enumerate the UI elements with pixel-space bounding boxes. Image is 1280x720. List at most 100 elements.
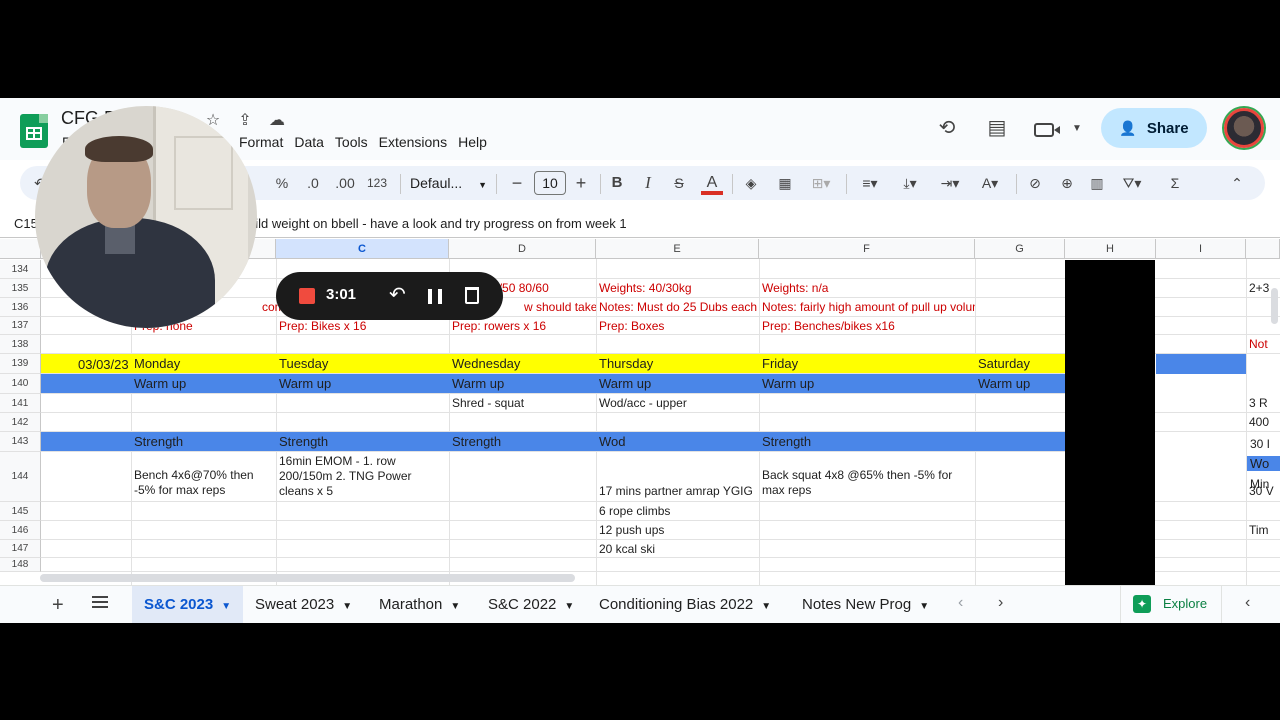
- table-cell[interactable]: Wod: [596, 434, 759, 449]
- table-cell[interactable]: Tim: [1246, 523, 1280, 537]
- bold-button[interactable]: B: [608, 166, 626, 200]
- more-formats-button[interactable]: 123: [364, 166, 390, 200]
- merge-cells-icon[interactable]: ⊞▾: [806, 166, 836, 200]
- horizontal-align-icon[interactable]: ≡▾: [854, 166, 886, 200]
- scroll-tabs-right-icon[interactable]: ›: [998, 594, 1003, 612]
- delete-recording-icon[interactable]: [465, 287, 479, 304]
- menu-help[interactable]: Help: [458, 134, 493, 150]
- side-panel-toggle-icon[interactable]: ‹: [1245, 594, 1250, 612]
- italic-button[interactable]: I: [639, 166, 657, 200]
- meet-dropdown-icon[interactable]: ▼: [1072, 123, 1082, 134]
- table-cell[interactable]: Saturday: [975, 356, 1065, 371]
- table-cell[interactable]: Warm up: [449, 376, 596, 391]
- row-number[interactable]: 142: [0, 413, 41, 432]
- tab-notes-new-prog[interactable]: Notes New Prog ▼: [790, 586, 941, 623]
- table-cell[interactable]: 20 kcal ski: [596, 542, 759, 556]
- table-cell[interactable]: Thursday: [596, 356, 759, 371]
- restart-recording-icon[interactable]: ↶: [389, 282, 406, 307]
- table-cell[interactable]: 03/03/23: [75, 357, 131, 372]
- vertical-scrollbar[interactable]: [1271, 288, 1278, 324]
- table-cell[interactable]: Shred - squat: [449, 396, 596, 410]
- row-number[interactable]: 140: [0, 374, 41, 394]
- text-wrapping-icon[interactable]: ⇥▾: [934, 166, 966, 200]
- filter-icon[interactable]: ⛛▾: [1116, 166, 1148, 200]
- row-number[interactable]: 147: [0, 540, 41, 558]
- column-header-h[interactable]: H: [1065, 239, 1156, 259]
- table-cell[interactable]: w should take 4 r: [521, 300, 596, 314]
- text-rotation-icon[interactable]: A▾: [974, 166, 1006, 200]
- table-cell[interactable]: Monday: [131, 356, 276, 371]
- table-cell[interactable]: Notes: fairly high amount of pull up vol…: [759, 300, 975, 314]
- column-header-d[interactable]: D: [449, 239, 596, 259]
- corner-select-all[interactable]: [0, 239, 41, 259]
- sheets-logo-icon[interactable]: [20, 114, 48, 148]
- table-cell[interactable]: Strength: [276, 434, 449, 449]
- table-cell[interactable]: 12 push ups: [596, 523, 759, 537]
- table-cell[interactable]: Warm up: [596, 376, 759, 391]
- table-cell[interactable]: Friday: [759, 356, 975, 371]
- borders-icon[interactable]: ▦: [774, 166, 796, 200]
- table-cell[interactable]: Warm up: [759, 376, 975, 391]
- collapse-toolbar-icon[interactable]: ⌃: [1226, 166, 1248, 200]
- table-cell[interactable]: Weights: n/a: [759, 281, 975, 295]
- table-cell[interactable]: 30 I: [1247, 437, 1280, 451]
- insert-link-icon[interactable]: ⊘: [1024, 166, 1046, 200]
- column-header-e[interactable]: E: [596, 239, 759, 259]
- menu-tools[interactable]: Tools: [335, 134, 374, 150]
- font-select[interactable]: Defaul... ▼: [410, 166, 487, 200]
- row-number[interactable]: 146: [0, 521, 41, 540]
- tab-conditioning-bias-2022[interactable]: Conditioning Bias 2022 ▼: [587, 586, 783, 623]
- table-cell[interactable]: Wod/acc - upper: [596, 396, 759, 410]
- column-header-c[interactable]: C: [276, 239, 449, 259]
- table-cell[interactable]: Warm up: [975, 376, 1065, 391]
- tab-sc-2023[interactable]: S&C 2023 ▼: [132, 586, 244, 623]
- pause-recording-button[interactable]: [428, 289, 442, 304]
- comments-icon[interactable]: ▤: [984, 116, 1010, 140]
- functions-icon[interactable]: Σ: [1164, 166, 1186, 200]
- tab-sc-2022[interactable]: S&C 2022 ▼: [476, 586, 586, 623]
- share-button[interactable]: 👤 Share: [1101, 108, 1207, 148]
- insert-comment-icon[interactable]: ⊕: [1056, 166, 1078, 200]
- table-cell[interactable]: Bench 4x6@70% then -5% for max reps: [131, 468, 261, 498]
- row-number[interactable]: 144: [0, 452, 41, 502]
- account-avatar[interactable]: [1224, 108, 1264, 148]
- row-number[interactable]: 145: [0, 502, 41, 521]
- font-size-input[interactable]: 10: [534, 171, 566, 195]
- selected-cell[interactable]: [1156, 354, 1246, 374]
- table-cell[interactable]: Weights: 40/30kg: [596, 281, 759, 295]
- table-cell[interactable]: 400: [1246, 415, 1280, 429]
- column-header-g[interactable]: G: [975, 239, 1065, 259]
- table-cell[interactable]: Tuesday: [276, 356, 449, 371]
- table-cell[interactable]: Prep: Benches/bikes x16: [759, 319, 975, 333]
- menu-data[interactable]: Data: [294, 134, 330, 150]
- table-cell[interactable]: Not: [1246, 337, 1280, 351]
- insert-chart-icon[interactable]: ▥: [1086, 166, 1108, 200]
- horizontal-scrollbar[interactable]: [40, 574, 575, 582]
- fill-color-icon[interactable]: ◈: [740, 166, 762, 200]
- row-number[interactable]: 134: [0, 260, 41, 279]
- add-sheet-icon[interactable]: +: [52, 594, 64, 617]
- all-sheets-icon[interactable]: [92, 596, 108, 608]
- row-number[interactable]: 143: [0, 432, 41, 452]
- stop-recording-button[interactable]: [299, 288, 315, 304]
- explore-button[interactable]: ✦ Explore: [1120, 586, 1222, 623]
- table-cell[interactable]: Prep: Boxes: [596, 319, 759, 333]
- meet-video-icon[interactable]: [1034, 123, 1054, 137]
- table-cell[interactable]: 30 V: [1246, 484, 1280, 498]
- table-cell[interactable]: Warm up: [131, 376, 276, 391]
- column-header-j[interactable]: [1246, 239, 1280, 259]
- table-cell[interactable]: Back squat 4x8 @65% then -5% for max rep…: [759, 468, 969, 498]
- table-cell[interactable]: Notes: Must do 25 Dubs each: [596, 300, 759, 314]
- increase-decimal-button[interactable]: .00: [332, 166, 358, 200]
- table-cell[interactable]: Strength: [131, 434, 276, 449]
- table-cell[interactable]: Strength: [449, 434, 596, 449]
- row-number[interactable]: 136: [0, 298, 41, 317]
- row-number[interactable]: 148: [0, 558, 41, 572]
- row-number[interactable]: 138: [0, 335, 41, 354]
- webcam-bubble[interactable]: [35, 106, 257, 328]
- cloud-status-icon[interactable]: ☁: [267, 110, 287, 130]
- table-cell[interactable]: Prep: Bikes x 16: [276, 319, 449, 333]
- table-cell[interactable]: Warm up: [276, 376, 449, 391]
- formula-input[interactable]: uild weight on bbell - have a look and t…: [248, 216, 627, 231]
- decrease-decimal-button[interactable]: .0: [302, 166, 324, 200]
